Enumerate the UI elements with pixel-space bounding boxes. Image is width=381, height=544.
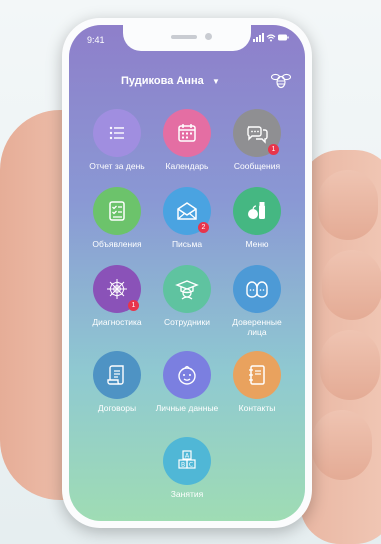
tile-label: Сотрудники	[163, 317, 211, 327]
speaker	[171, 35, 197, 39]
scroll-icon	[107, 365, 124, 385]
tile-label: Объявления	[92, 239, 142, 249]
tile-diagnostics[interactable]: 1 Диагностика	[82, 265, 152, 327]
tile-circle	[93, 109, 141, 157]
list-icon	[109, 126, 124, 140]
abc-blocks-icon: A B C	[178, 450, 196, 469]
finger	[318, 170, 378, 240]
tile-label: Контакты	[238, 403, 276, 413]
tile-contacts[interactable]: Контакты	[222, 351, 292, 413]
tile-lessons[interactable]: A B C Занятия	[152, 437, 222, 499]
tile-label: Личные данные	[155, 403, 219, 413]
tile-circle	[163, 109, 211, 157]
tile-label: Меню	[245, 239, 269, 249]
user-name[interactable]: Пудикова Анна	[121, 75, 204, 87]
tile-circle: 2	[163, 187, 211, 235]
tile-circle: A B C	[163, 437, 211, 485]
tile-label: Календарь	[165, 161, 209, 171]
tile-circle	[233, 187, 281, 235]
tile-circle: 1	[233, 109, 281, 157]
tile-personal-data[interactable]: Личные данные	[152, 351, 222, 413]
tile-label: Доверенные лица	[232, 317, 282, 337]
tile-contracts[interactable]: Договоры	[82, 351, 152, 413]
bee-logo-icon[interactable]	[271, 71, 291, 91]
finger	[322, 250, 381, 320]
svg-text:C: C	[189, 462, 193, 469]
signal-wifi-battery-icon	[253, 33, 289, 42]
status-time: 9:41	[87, 35, 105, 45]
calendar-icon	[178, 124, 196, 142]
badge-count: 1	[268, 144, 279, 155]
chat-bubbles-icon	[247, 126, 268, 144]
tile-menu[interactable]: Меню	[222, 187, 292, 249]
tile-circle	[233, 351, 281, 399]
tile-label: Сообщения	[233, 161, 281, 171]
envelope-icon	[177, 202, 197, 220]
badge-count: 1	[128, 300, 139, 311]
chevron-down-icon[interactable]: ▼	[212, 77, 220, 86]
tile-announcements[interactable]: Объявления	[82, 187, 152, 249]
notch	[123, 25, 251, 51]
tile-label: Занятия	[170, 489, 204, 499]
tile-circle	[233, 265, 281, 313]
finger	[320, 330, 380, 400]
faces-icon	[246, 281, 268, 298]
tile-circle	[163, 351, 211, 399]
finger	[312, 410, 372, 480]
tile-circle	[93, 351, 141, 399]
checklist-icon	[109, 201, 125, 221]
status-icons	[253, 33, 289, 44]
apple-jar-icon	[248, 202, 265, 219]
cobweb-icon	[107, 279, 127, 299]
phone-screen: 9:41 Пудикова Анна ▼ Отчет за день Кален…	[69, 25, 305, 521]
tile-messages[interactable]: 1 Сообщения	[222, 109, 292, 171]
tile-calendar[interactable]: Календарь	[152, 109, 222, 171]
tile-circle	[163, 265, 211, 313]
tile-staff[interactable]: Сотрудники	[152, 265, 222, 327]
tile-circle	[93, 187, 141, 235]
app-header: Пудикова Анна ▼	[69, 69, 305, 93]
camera	[205, 33, 212, 40]
tile-circle: 1	[93, 265, 141, 313]
svg-text:B: B	[181, 462, 185, 469]
notebook-icon	[249, 365, 265, 385]
tile-trusted-persons[interactable]: Доверенные лица	[222, 265, 292, 337]
tile-label: Отчет за день	[89, 161, 145, 171]
tile-label: Письма	[171, 239, 203, 249]
badge-count: 2	[198, 222, 209, 233]
phone-frame: 9:41 Пудикова Анна ▼ Отчет за день Кален…	[62, 18, 312, 528]
tile-letters[interactable]: 2 Письма	[152, 187, 222, 249]
tile-label: Договоры	[97, 403, 137, 413]
baby-face-icon	[178, 365, 196, 385]
graduate-icon	[175, 280, 199, 300]
tile-label: Диагностика	[92, 317, 142, 327]
tile-daily-report[interactable]: Отчет за день	[82, 109, 152, 171]
